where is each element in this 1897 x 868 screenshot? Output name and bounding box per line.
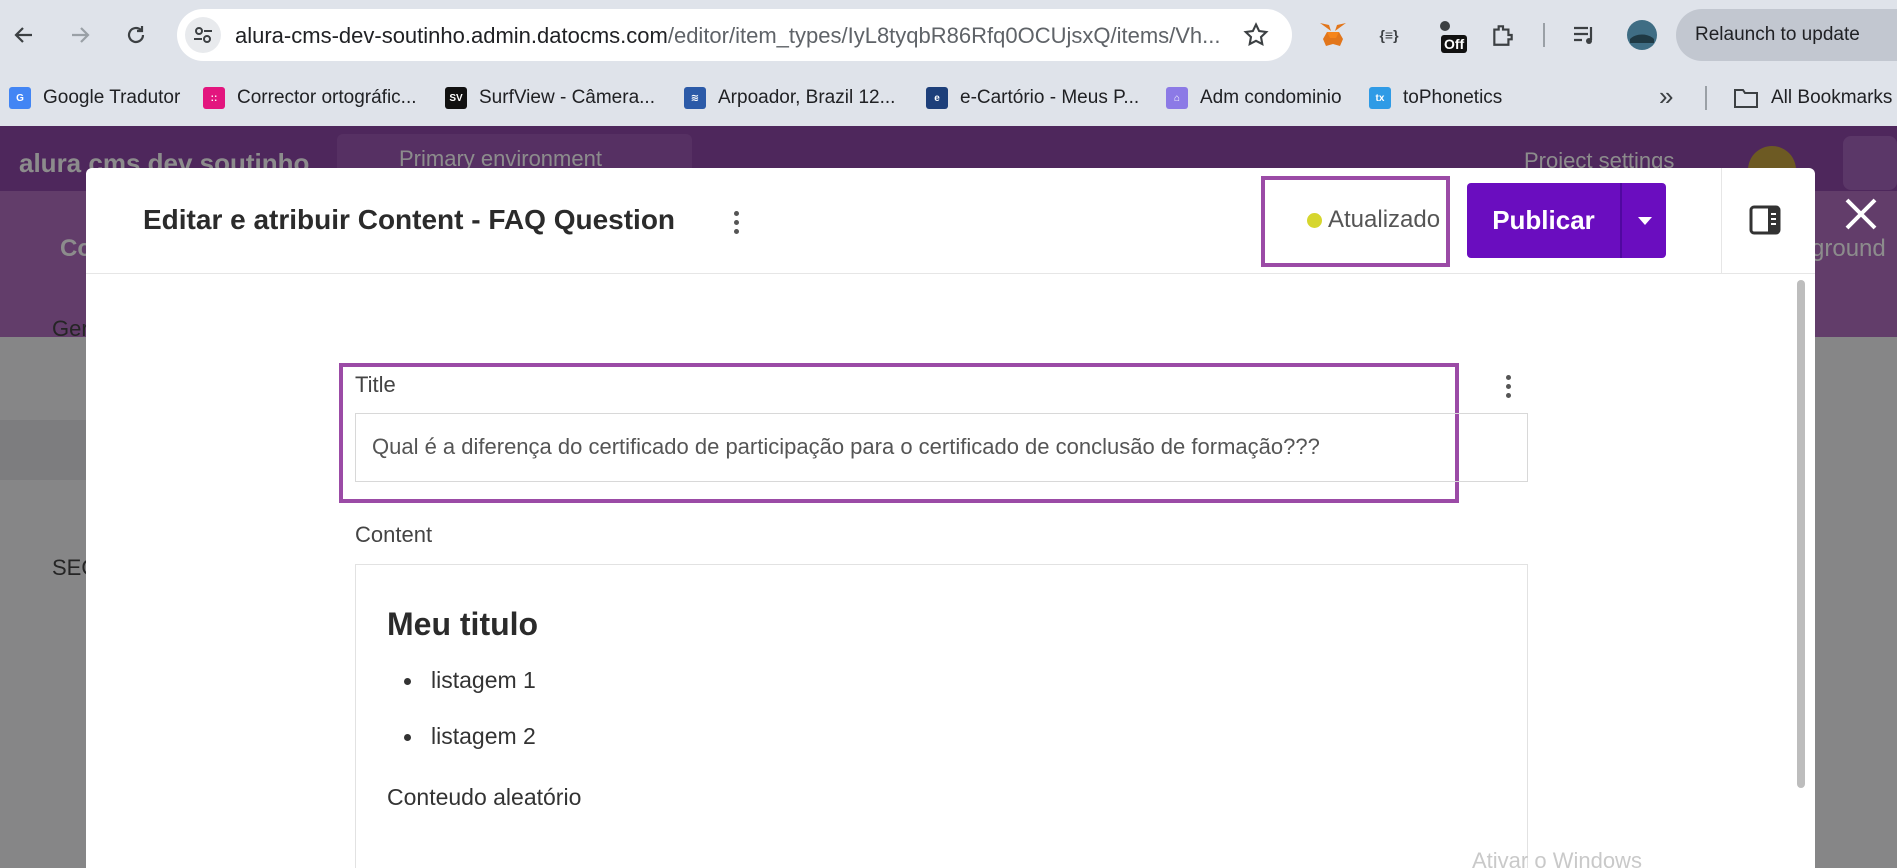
folder-icon	[1734, 89, 1758, 108]
publish-split-button: Publicar	[1467, 183, 1666, 258]
metamask-extension[interactable]	[1315, 17, 1351, 53]
bookmark-item[interactable]: e e-Cartório - Meus P...	[926, 83, 1139, 113]
bookmark-label: Adm condominio	[1200, 87, 1342, 108]
windows-activation-watermark: Ativar o Windows	[1472, 848, 1642, 868]
bookmark-label: SurfView - Câmera...	[479, 87, 655, 108]
bookmark-item[interactable]: :: Corrector ortográfic...	[203, 83, 417, 113]
publish-button[interactable]: Publicar	[1467, 183, 1620, 258]
bookmark-favicon-icon: ≋	[684, 87, 706, 109]
site-info-button[interactable]	[185, 17, 221, 53]
content-paragraph: Conteudo aleatório	[387, 784, 582, 810]
fox-icon	[1320, 23, 1346, 46]
content-heading: Meu titulo	[387, 606, 539, 642]
extensions-button[interactable]	[1485, 17, 1521, 53]
puzzle-icon	[1493, 25, 1513, 46]
content-list-item: listagem 1	[404, 667, 536, 693]
off-extension[interactable]: Off	[1433, 17, 1469, 53]
browser-toolbar: alura-cms-dev-soutinho.admin.datocms.com…	[0, 0, 1897, 70]
caret-down-icon	[1637, 216, 1652, 225]
toolbar-divider	[1543, 23, 1545, 47]
bookmark-label: e-Cartório - Meus P...	[960, 87, 1140, 108]
arrow-left-icon	[14, 27, 32, 43]
queue-music-icon	[1574, 26, 1593, 44]
bookmark-label: Google Tradutor	[43, 87, 181, 108]
bookmark-label: Arpoador, Brazil 12...	[718, 87, 896, 108]
arrow-right-icon	[72, 27, 90, 43]
sidebar-panel-icon	[1749, 205, 1781, 235]
url-path: /editor/item_types/IyL8tyqbR86Rfq0OCUjsx…	[667, 23, 1221, 48]
bookmark-item[interactable]: SV SurfView - Câmera...	[445, 83, 655, 113]
close-modal-button[interactable]	[1841, 194, 1881, 234]
bookmark-favicon-icon: ::	[203, 87, 225, 109]
url-host: alura-cms-dev-soutinho.admin.datocms.com	[235, 23, 668, 48]
header-divider	[1721, 168, 1722, 274]
more-bookmarks-button[interactable]: »	[1659, 81, 1673, 112]
modal-more-options-icon[interactable]	[734, 211, 739, 234]
url-text[interactable]: alura-cms-dev-soutinho.admin.datocms.com…	[235, 23, 1225, 49]
status-label: Atualizado	[1328, 206, 1441, 233]
bookmarks-divider	[1705, 86, 1707, 110]
bookmark-item[interactable]: G Google Tradutor	[9, 83, 180, 113]
bookmark-item[interactable]: tx toPhonetics	[1369, 83, 1502, 113]
publish-options-button[interactable]	[1623, 183, 1666, 258]
bookmark-label: toPhonetics	[1403, 87, 1503, 108]
reload-icon	[127, 26, 145, 44]
address-bar[interactable]: alura-cms-dev-soutinho.admin.datocms.com…	[177, 9, 1292, 61]
bookmark-favicon-icon: SV	[445, 87, 467, 109]
bookmark-item[interactable]: ⌂ Adm condominio	[1166, 83, 1342, 113]
star-icon	[1243, 22, 1269, 47]
reload-button[interactable]	[118, 17, 154, 53]
bookmark-label: Corrector ortográfic...	[237, 87, 417, 108]
bookmark-star-button[interactable]	[1242, 21, 1270, 54]
relaunch-to-update-button[interactable]: Relaunch to update	[1676, 9, 1897, 61]
content-list-item: listagem 2	[404, 723, 536, 749]
title-input[interactable]: Qual é a diferença do certificado de par…	[355, 413, 1528, 482]
bookmark-item[interactable]: ≋ Arpoador, Brazil 12...	[684, 83, 895, 113]
off-badge: Off	[1441, 35, 1468, 53]
bookmark-favicon-icon: e	[926, 87, 948, 109]
bookmark-favicon-icon: G	[9, 87, 31, 109]
toggle-sidebar-button[interactable]	[1749, 205, 1781, 235]
bookmarks-bar: G Google Tradutor:: Corrector ortográfic..…	[0, 70, 1897, 126]
profile-avatar[interactable]	[1624, 17, 1660, 53]
all-bookmarks-label: All Bookmarks	[1771, 87, 1893, 108]
all-bookmarks[interactable]: All Bookmarks	[1733, 83, 1892, 113]
content-field-label: Content	[355, 522, 433, 547]
status-dot-icon	[1307, 213, 1322, 228]
tune-icon	[194, 27, 212, 43]
title-field-options-icon[interactable]	[1506, 375, 1511, 398]
modal-scrollbar[interactable]	[1797, 280, 1805, 788]
edit-record-modal: Editar e atribuir Content - FAQ Question…	[86, 168, 1815, 868]
modal-title: Editar e atribuir Content - FAQ Question	[143, 204, 676, 235]
profile-icon	[1627, 20, 1657, 50]
publish-divider	[1620, 183, 1622, 258]
close-icon	[1845, 198, 1877, 230]
back-button[interactable]	[6, 17, 42, 53]
bookmark-favicon-icon: ⌂	[1166, 87, 1188, 109]
forward-button[interactable]	[62, 17, 98, 53]
bookmark-favicon-icon: tx	[1369, 87, 1391, 109]
title-field-label: Title	[355, 372, 396, 397]
modal-header: Editar e atribuir Content - FAQ Question…	[86, 168, 1815, 274]
media-button[interactable]	[1567, 17, 1603, 53]
json-extension[interactable]: {≡}	[1371, 17, 1407, 53]
